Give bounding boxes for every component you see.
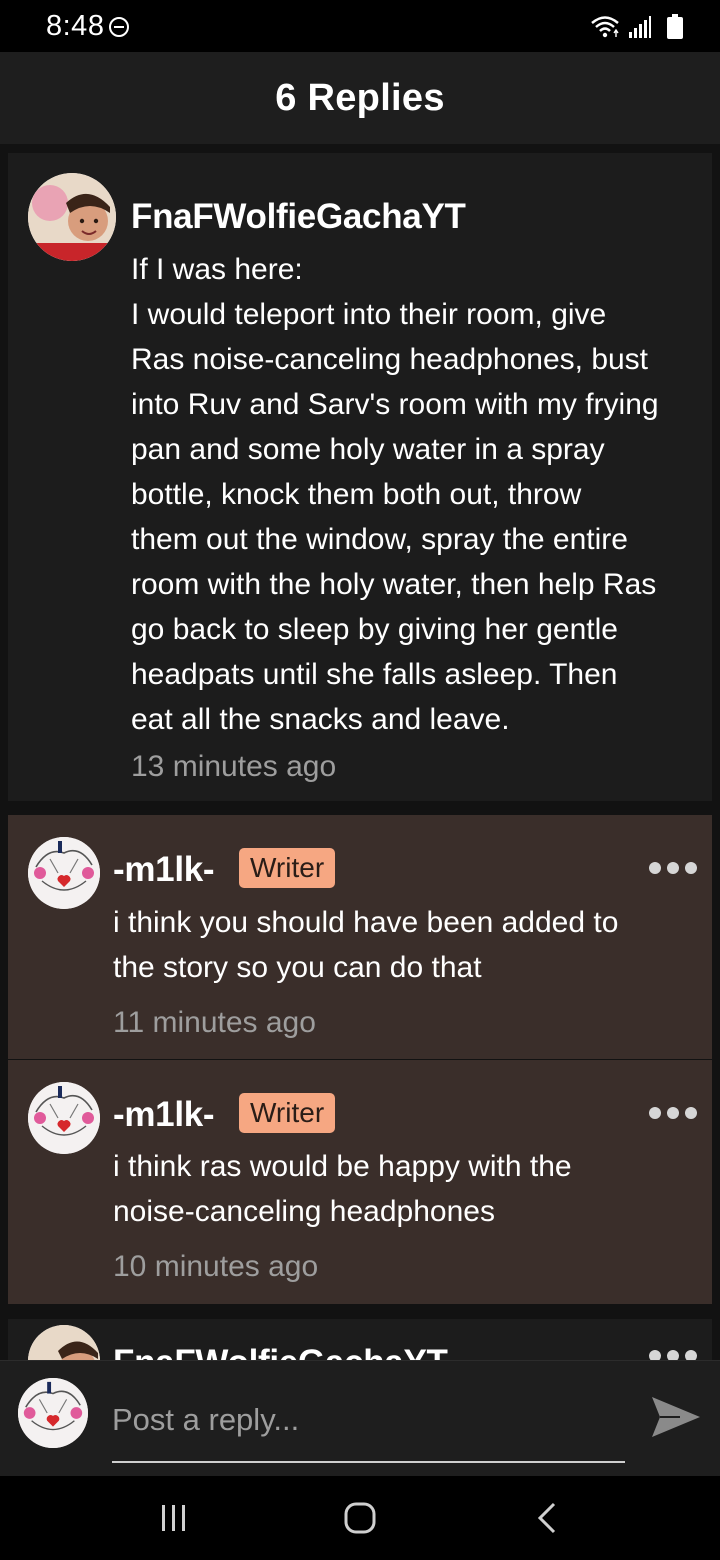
avatar[interactable] (28, 1325, 100, 1360)
reply-item: FnaFWolfieGachaYT (8, 1319, 712, 1360)
writer-badge: Writer (239, 848, 336, 888)
send-icon[interactable] (650, 1393, 702, 1441)
header: 6 Replies (0, 52, 720, 144)
photo-avatar-image (28, 1325, 100, 1360)
system-nav-bar (0, 1476, 720, 1560)
reply-input-wrapper (112, 1381, 625, 1463)
sketch-avatar-image (28, 1082, 100, 1154)
reply-bar (0, 1360, 720, 1476)
wifi-icon (591, 16, 619, 38)
sketch-avatar-image (18, 1378, 88, 1448)
comment-body: If I was here: I would teleport into the… (131, 247, 706, 742)
comment-line: them out the window, spray the entire (131, 523, 628, 556)
battery-icon (667, 14, 683, 39)
comment-username[interactable]: FnaFWolfieGachaYT (131, 197, 466, 237)
comment-line: go back to sleep by giving her gentle (131, 613, 618, 646)
current-user-avatar (18, 1378, 88, 1448)
reply-item: -m1lk- Writer i think you should have be… (8, 815, 712, 1059)
reply-body: i think ras would be happy with the nois… (113, 1144, 703, 1234)
comment-line: headpats until she falls asleep. Then (131, 658, 618, 691)
reply-line: i think you should have been added to (113, 906, 619, 939)
back-icon[interactable] (528, 1498, 568, 1538)
avatar[interactable] (28, 173, 116, 261)
page-title: 6 Replies (275, 76, 445, 119)
comment-line: room with the holy water, then help Ras (131, 568, 657, 601)
reply-body: i think you should have been added to th… (113, 900, 703, 990)
avatar[interactable] (28, 1082, 100, 1154)
reply-line: noise-canceling headphones (113, 1195, 495, 1228)
more-options-icon[interactable] (648, 1106, 698, 1120)
status-icons (590, 12, 684, 42)
comment-line: pan and some holy water in a spray (131, 433, 605, 466)
comment-line: If I was here: (131, 253, 303, 286)
more-options-icon[interactable] (648, 1349, 698, 1360)
writer-badge: Writer (239, 1093, 336, 1133)
replies-list[interactable]: FnaFWolfieGachaYT If I was here: I would… (0, 144, 720, 1360)
comment-line: eat all the snacks and leave. (131, 703, 510, 736)
status-bar: 8:48 (0, 0, 720, 52)
avatar[interactable] (28, 837, 100, 909)
screen: 8:48 6 Replies FnaFWolfieGachaYT If I wa… (0, 0, 720, 1560)
sketch-avatar-image (28, 837, 100, 909)
reply-line: the story so you can do that (113, 951, 482, 984)
more-options-icon[interactable] (648, 861, 698, 875)
status-time: 8:48 (46, 10, 105, 42)
recent-apps-icon[interactable] (154, 1498, 194, 1538)
comment-line: I would teleport into their room, give (131, 298, 607, 331)
original-comment: FnaFWolfieGachaYT If I was here: I would… (8, 153, 712, 801)
comment-timestamp: 13 minutes ago (131, 750, 337, 783)
comment-line: Ras noise-canceling headphones, bust (131, 343, 649, 376)
comment-line: bottle, knock them both out, throw (131, 478, 582, 511)
reply-timestamp: 10 minutes ago (113, 1250, 319, 1283)
reply-username[interactable]: FnaFWolfieGachaYT (113, 1343, 448, 1360)
reply-input[interactable] (112, 1381, 625, 1459)
home-icon[interactable] (340, 1498, 380, 1538)
reply-username[interactable]: -m1lk- (113, 1095, 215, 1135)
photo-avatar-image (28, 173, 116, 261)
signal-icon (629, 16, 651, 38)
reply-line: i think ras would be happy with the (113, 1150, 572, 1183)
reply-username[interactable]: -m1lk- (113, 850, 215, 890)
comment-line: into Ruv and Sarv's room with my frying (131, 388, 659, 421)
reply-timestamp: 11 minutes ago (113, 1006, 316, 1039)
reply-item: -m1lk- Writer i think ras would be happy… (8, 1060, 712, 1304)
do-not-disturb-icon (109, 17, 129, 37)
